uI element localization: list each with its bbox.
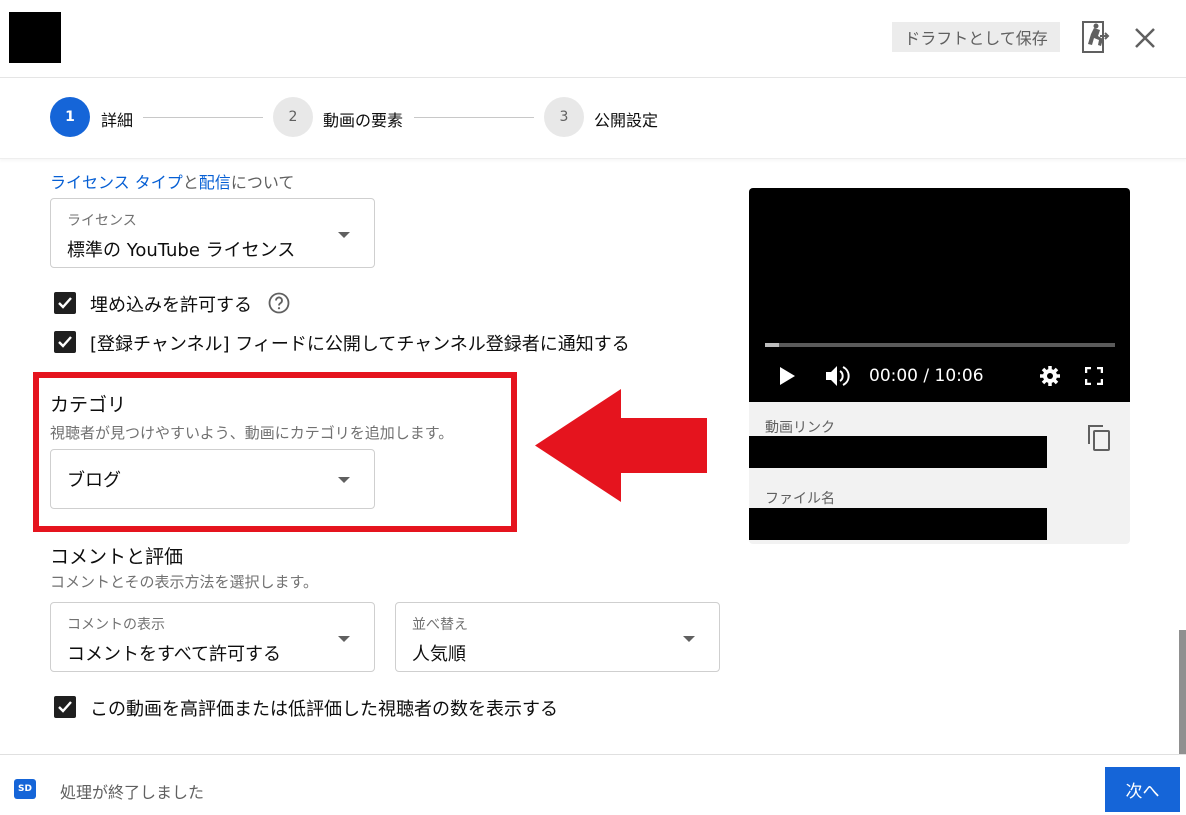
video-time: 00:00 / 10:06 — [869, 366, 984, 386]
license-info-text: ライセンス タイプと配信について — [50, 169, 294, 193]
step-1-circle[interactable]: 1 — [50, 97, 90, 137]
category-dropdown[interactable]: ブログ — [50, 449, 375, 509]
license-dropdown-value: 標準の YouTube ライセンス — [67, 240, 296, 261]
sd-quality-badge: SD — [14, 779, 36, 799]
step-2-label[interactable]: 動画の要素 — [323, 107, 403, 131]
chevron-down-icon — [338, 232, 350, 238]
category-description: 視聴者が見つけやすいよう、動画にカテゴリを追加します。 — [50, 424, 454, 442]
step-3-circle[interactable]: 3 — [544, 97, 584, 137]
step-1-label[interactable]: 詳細 — [101, 107, 133, 131]
category-dropdown-value: ブログ — [67, 470, 121, 491]
step-connector — [414, 117, 534, 118]
video-player[interactable]: 00:00 / 10:06 — [749, 188, 1130, 402]
copy-icon[interactable] — [1087, 424, 1111, 452]
next-button[interactable]: 次へ — [1105, 767, 1180, 812]
close-icon[interactable] — [1131, 24, 1159, 52]
volume-icon[interactable] — [825, 364, 851, 388]
chevron-down-icon — [683, 636, 695, 642]
comment-sort-dropdown[interactable]: 並べ替え 人気順 — [395, 602, 720, 672]
license-and-text: と — [182, 173, 199, 192]
feedback-icon[interactable] — [1080, 20, 1112, 54]
help-icon[interactable] — [268, 292, 290, 314]
save-draft-button[interactable]: ドラフトとして保存 — [892, 22, 1060, 52]
publish-to-feed-label: [登録チャンネル] フィードに公開してチャンネル登録者に通知する — [90, 334, 630, 355]
license-about-text: について — [230, 173, 295, 192]
comment-visibility-value: コメントをすべて許可する — [67, 644, 282, 665]
redacted-video-link[interactable] — [749, 436, 1047, 468]
comments-description: コメントとその表示方法を選択します。 — [50, 573, 319, 591]
comment-sort-value: 人気順 — [412, 644, 466, 665]
file-name-label: ファイル名 — [765, 491, 835, 507]
video-progress-bar[interactable] — [765, 343, 1115, 347]
redacted-logo — [9, 12, 61, 63]
chevron-down-icon — [338, 477, 350, 483]
license-type-link[interactable]: ライセンス タイプ — [50, 173, 183, 192]
allow-embedding-checkbox[interactable] — [54, 292, 76, 314]
video-preview-card: 00:00 / 10:06 動画リンク ファイル名 — [749, 188, 1130, 544]
processing-status-text: 処理が終了しました — [60, 783, 205, 802]
publish-to-feed-checkbox[interactable] — [54, 331, 76, 353]
video-link-label: 動画リンク — [765, 420, 835, 436]
license-dropdown[interactable]: ライセンス 標準の YouTube ライセンス — [50, 198, 375, 268]
distribution-link[interactable]: 配信 — [199, 173, 231, 192]
category-title: カテゴリ — [50, 394, 127, 416]
play-icon[interactable] — [777, 366, 797, 386]
show-rating-count-checkbox[interactable] — [54, 696, 76, 718]
chevron-down-icon — [338, 636, 350, 642]
settings-gear-icon[interactable] — [1039, 365, 1061, 387]
show-rating-count-label: この動画を高評価または低評価した視聴者の数を表示する — [90, 699, 558, 720]
fullscreen-icon[interactable] — [1084, 366, 1104, 386]
step-connector — [143, 117, 263, 118]
comment-sort-label: 並べ替え — [412, 617, 468, 633]
arrow-left-icon — [535, 389, 707, 502]
scrollbar[interactable] — [1179, 630, 1186, 754]
comment-visibility-dropdown[interactable]: コメントの表示 コメントをすべて許可する — [50, 602, 375, 672]
dialog-footer: SD 処理が終了しました 次へ — [0, 754, 1186, 815]
step-3-label[interactable]: 公開設定 — [594, 107, 658, 131]
allow-embedding-label: 埋め込みを許可する — [90, 295, 252, 316]
license-dropdown-label: ライセンス — [67, 213, 137, 229]
comment-visibility-label: コメントの表示 — [67, 617, 165, 633]
redacted-file-name — [749, 508, 1047, 540]
step-2-circle[interactable]: 2 — [273, 97, 313, 137]
video-progress-fill — [765, 343, 779, 347]
dialog-header: ドラフトとして保存 — [0, 0, 1186, 78]
comments-title: コメントと評価 — [50, 546, 184, 568]
upload-stepper: 1 詳細 2 動画の要素 3 公開設定 — [0, 78, 1186, 159]
